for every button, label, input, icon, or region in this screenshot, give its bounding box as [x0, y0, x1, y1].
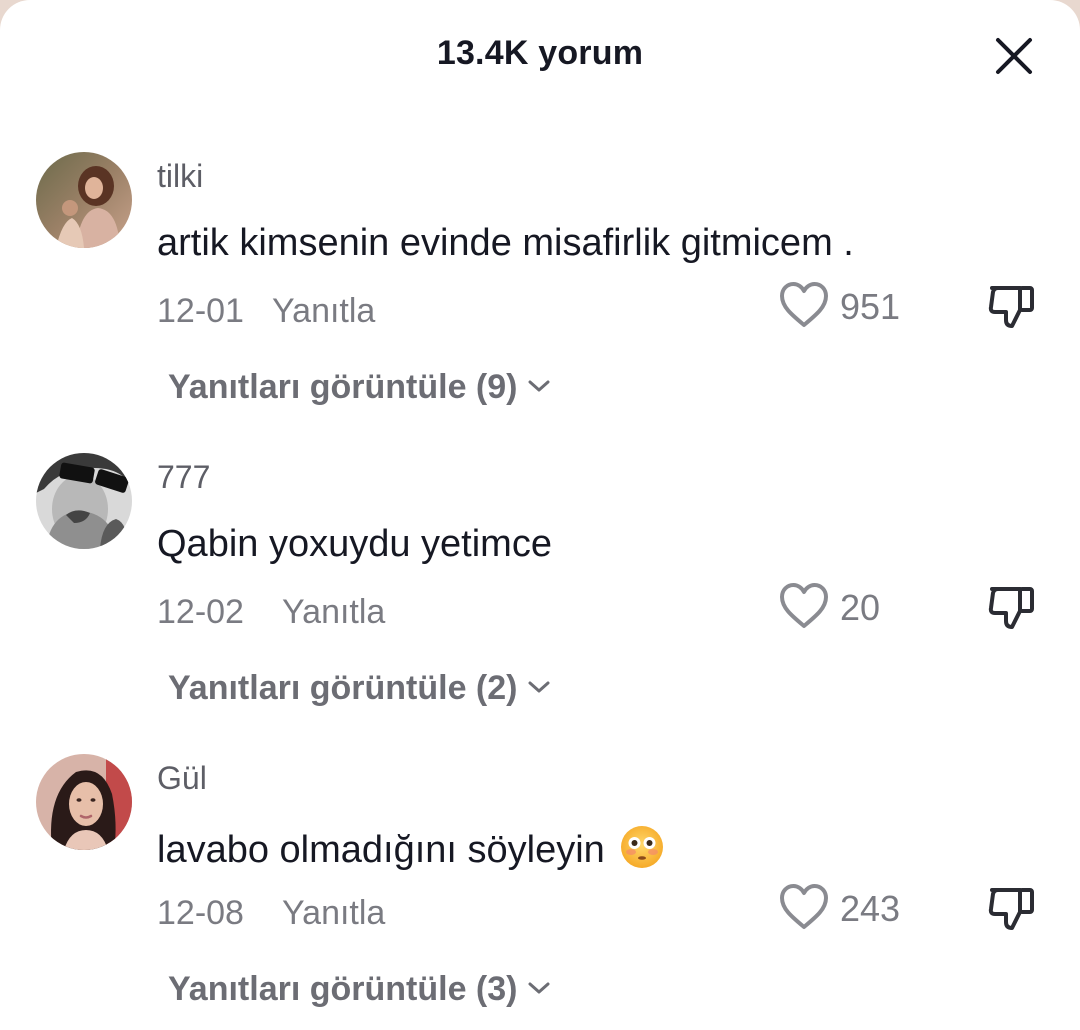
dislike-button[interactable] [986, 581, 1038, 633]
heart-icon [780, 583, 828, 628]
like-button[interactable] [778, 280, 830, 330]
like-count: 20 [840, 587, 881, 628]
comment-username[interactable]: tilki [157, 158, 203, 195]
view-replies-label: Yanıtları görüntüle (2) [168, 669, 518, 707]
view-replies-button[interactable]: Yanıtları görüntüle (9) [168, 368, 551, 407]
avatar[interactable] [36, 453, 132, 549]
thumbs-down-icon [988, 286, 1034, 328]
comment-date: 12-08 [157, 894, 244, 932]
view-replies-label: Yanıtları görüntüle (9) [168, 368, 518, 406]
thumbs-down-icon [988, 587, 1034, 629]
view-replies-button[interactable]: Yanıtları görüntüle (3) [168, 970, 551, 1009]
flushed-face-emoji [621, 826, 664, 868]
thumbs-down-icon [988, 888, 1034, 930]
heart-icon [780, 884, 828, 929]
view-replies-label: Yanıtları görüntüle (3) [168, 970, 518, 1008]
like-button[interactable] [778, 581, 830, 631]
comments-count-title: 13.4K yorum [436, 34, 644, 72]
comment-date: 12-01 [157, 292, 244, 330]
comment-text-content: lavabo olmadığını söyleyin [157, 829, 605, 871]
reply-button[interactable]: Yanıtla [282, 894, 385, 933]
chevron-down-icon [528, 982, 550, 994]
chevron-down-icon [528, 681, 550, 693]
comment-item: 777 Qabin yoxuydu yetimce 12-02 Yanıtla … [0, 453, 1080, 753]
comment-text: Qabin yoxuydu yetimce [157, 523, 552, 565]
comment-text: artik kimsenin evinde misafirlik gitmice… [157, 222, 854, 264]
chevron-down-icon [528, 380, 550, 392]
comment-text: lavabo olmadığını söyleyin [157, 824, 665, 872]
comment-username[interactable]: Gül [157, 760, 207, 797]
avatar[interactable] [36, 152, 132, 248]
heart-icon [780, 282, 828, 327]
like-count: 243 [840, 888, 901, 929]
close-icon [996, 38, 1032, 74]
comment-username[interactable]: 777 [157, 459, 210, 496]
reply-button[interactable]: Yanıtla [282, 593, 385, 632]
avatar[interactable] [36, 754, 132, 850]
dislike-button[interactable] [986, 280, 1038, 332]
view-replies-button[interactable]: Yanıtları görüntüle (2) [168, 669, 551, 708]
close-button[interactable] [994, 36, 1034, 76]
comment-date: 12-02 [157, 593, 244, 631]
comments-sheet: 13.4K yorum tilki artik kimsenin evinde … [0, 0, 1080, 1030]
comment-item: tilki artik kimsenin evinde misafirlik g… [0, 152, 1080, 452]
reply-button[interactable]: Yanıtla [272, 292, 375, 331]
like-button[interactable] [778, 882, 830, 932]
comment-item: Gül lavabo olmadığını söyleyin 12-08 Yan… [0, 754, 1080, 1030]
like-count: 951 [840, 286, 901, 327]
dislike-button[interactable] [986, 882, 1038, 934]
